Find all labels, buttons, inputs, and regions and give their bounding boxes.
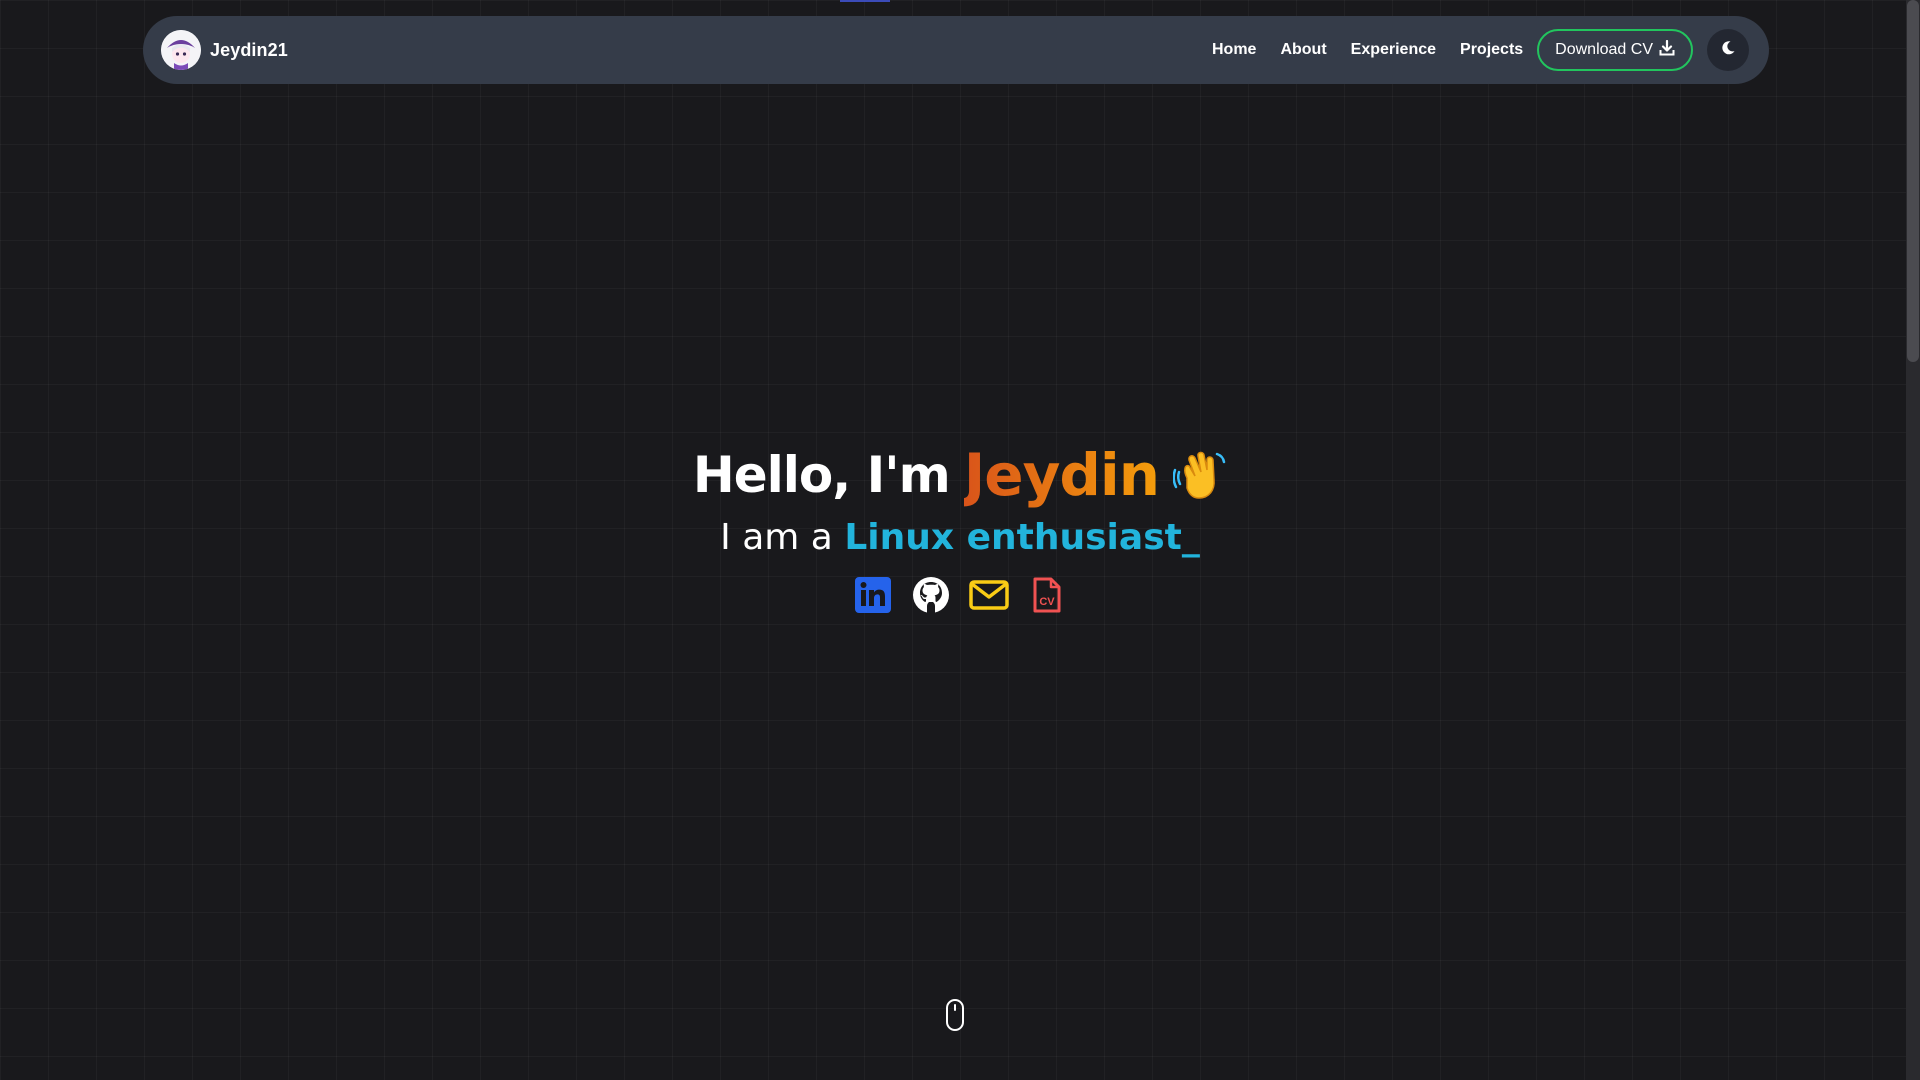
moon-icon [1720, 40, 1736, 61]
mail-icon [969, 579, 1009, 615]
download-icon [1659, 39, 1675, 61]
cv-file-icon: CV [1033, 577, 1061, 618]
linkedin-link[interactable] [854, 576, 892, 618]
hero-role: Linux enthusiast [844, 517, 1182, 558]
hero-title: Hello, I'm Jeydin [0, 440, 1920, 510]
scrollbar-thumb[interactable] [1907, 0, 1919, 362]
github-link[interactable] [912, 576, 950, 619]
hero-section: Hello, I'm Jeydin I am a Linux enthusias… [0, 440, 1920, 616]
email-link[interactable] [969, 578, 1009, 616]
typing-cursor: _ [1181, 517, 1200, 558]
brand-link[interactable]: Jeydin21 [161, 30, 288, 70]
hero-greeting: Hello, I'm [692, 446, 951, 504]
nav-link-experience[interactable]: Experience [1351, 41, 1436, 59]
linkedin-icon [855, 576, 891, 618]
github-icon [912, 576, 950, 619]
scrollbar[interactable] [1906, 0, 1920, 1080]
download-cv-button[interactable]: Download CV [1537, 29, 1693, 71]
social-links: CV [0, 576, 1920, 619]
download-cv-label: Download CV [1555, 41, 1653, 58]
svg-text:CV: CV [1039, 596, 1055, 608]
nav-links: Home About Experience Projects [1212, 41, 1523, 59]
hero-name: Jeydin [963, 441, 1160, 509]
nav-link-about[interactable]: About [1280, 41, 1326, 59]
mouse-icon [945, 998, 965, 1032]
nav-link-projects[interactable]: Projects [1460, 41, 1523, 59]
hero-subtitle-prefix: I am a [720, 517, 833, 558]
waving-hand-icon [1172, 448, 1227, 502]
navbar: Jeydin21 Home About Experience Projects … [143, 16, 1769, 84]
nav-link-home[interactable]: Home [1212, 41, 1256, 59]
avatar [161, 30, 201, 70]
theme-toggle-button[interactable] [1707, 29, 1749, 71]
top-loading-indicator [840, 0, 890, 2]
cv-link[interactable]: CV [1028, 577, 1066, 618]
hero-subtitle: I am a Linux enthusiast_ [0, 512, 1920, 564]
brand-name: Jeydin21 [210, 39, 288, 60]
